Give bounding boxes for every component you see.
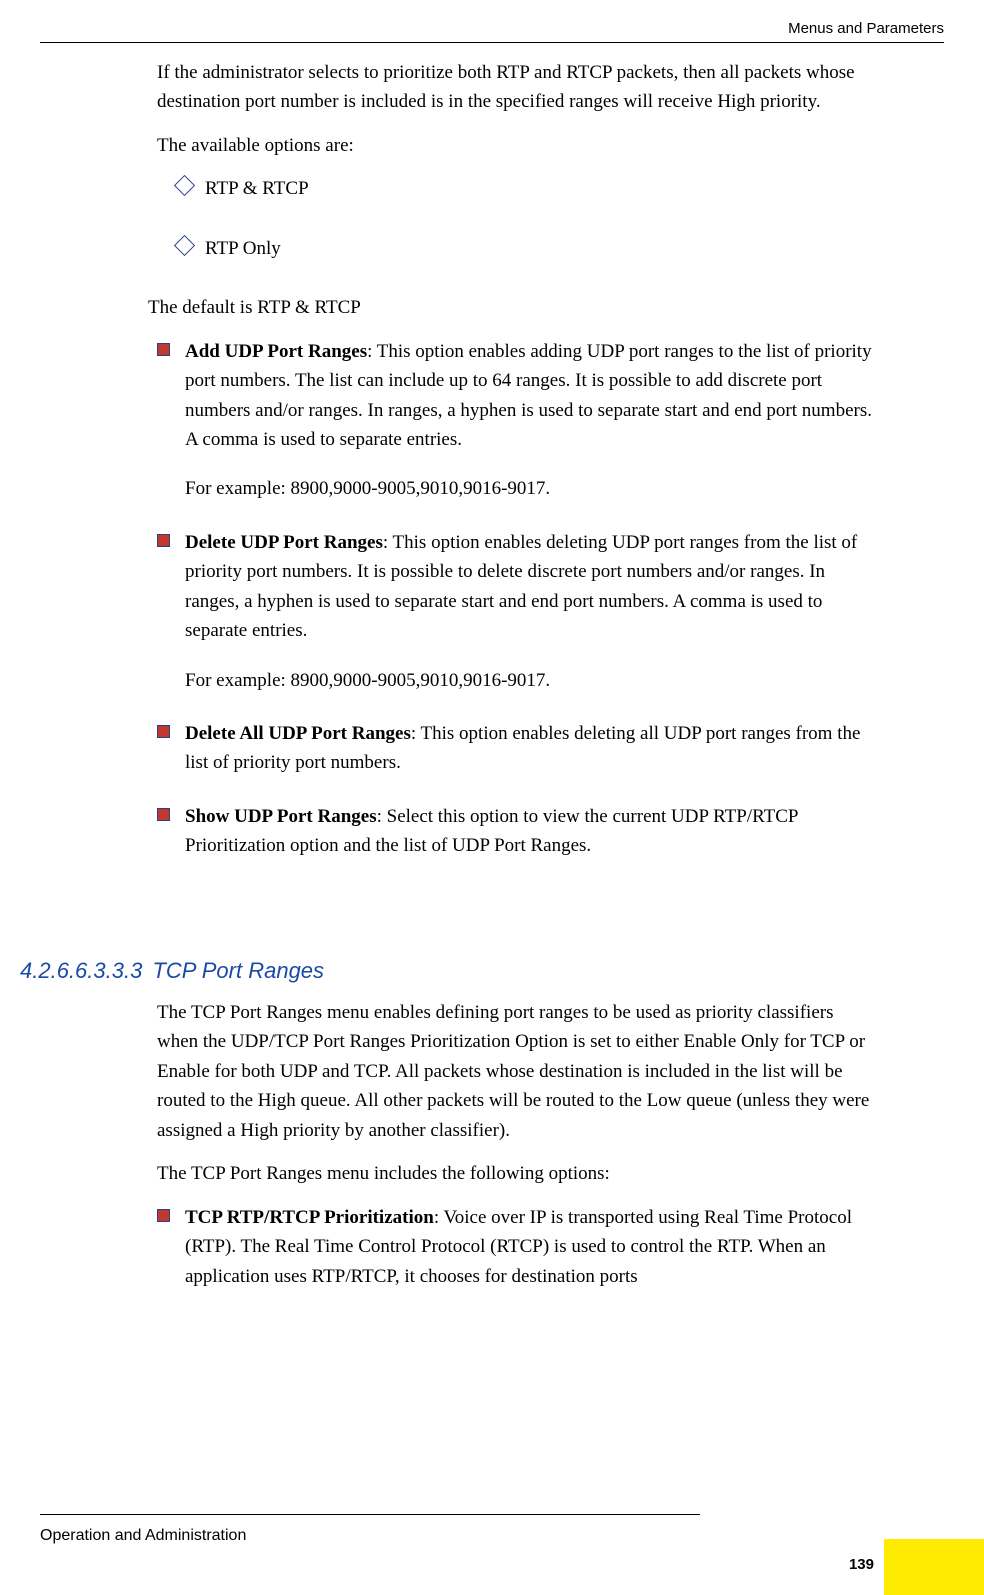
section-title: TCP Port Ranges [152, 958, 324, 984]
item-title: Delete All UDP Port Ranges [185, 723, 411, 744]
options-list: RTP & RTCP RTP Only [157, 174, 877, 263]
square-icon [157, 534, 170, 547]
list-item: TCP RTP/RTCP Prioritization: Voice over … [157, 1203, 877, 1291]
item-title: Show UDP Port Ranges [185, 806, 377, 827]
header-right-text: Menus and Parameters [0, 20, 944, 37]
page-number: 139 [849, 1556, 874, 1573]
diamond-icon [174, 175, 195, 196]
udp-items-list: Add UDP Port Ranges: This option enables… [157, 337, 877, 861]
list-item: RTP & RTCP [177, 174, 877, 203]
paragraph: The TCP Port Ranges menu enables definin… [157, 998, 877, 1145]
yellow-accent [884, 1539, 984, 1595]
square-icon [157, 725, 170, 738]
diamond-icon [174, 235, 195, 256]
header-rule [40, 42, 944, 43]
list-item: Delete UDP Port Ranges: This option enab… [157, 528, 877, 695]
paragraph: If the administrator selects to prioriti… [157, 58, 877, 117]
example-text: For example: 8900,9000-9005,9010,9016-90… [185, 474, 877, 503]
section-heading: 4.2.6.6.3.3.3 TCP Port Ranges [20, 958, 324, 984]
paragraph: The TCP Port Ranges menu includes the fo… [157, 1159, 877, 1188]
square-icon [157, 1209, 170, 1222]
tcp-content: The TCP Port Ranges menu enables definin… [157, 998, 877, 1315]
paragraph: The available options are: [157, 131, 877, 160]
option-text: RTP Only [205, 238, 281, 259]
footer-text: Operation and Administration [40, 1527, 246, 1545]
square-icon [157, 343, 170, 356]
item-title: Delete UDP Port Ranges [185, 532, 383, 553]
item-title: TCP RTP/RTCP Prioritization [185, 1207, 434, 1228]
item-title: Add UDP Port Ranges [185, 341, 367, 362]
list-item: RTP Only [177, 234, 877, 263]
tcp-items-list: TCP RTP/RTCP Prioritization: Voice over … [157, 1203, 877, 1291]
default-text: The default is RTP & RTCP [148, 293, 877, 322]
footer-rule [40, 1514, 700, 1515]
example-text: For example: 8900,9000-9005,9010,9016-90… [185, 666, 877, 695]
list-item: Show UDP Port Ranges: Select this option… [157, 802, 877, 861]
list-item: Delete All UDP Port Ranges: This option … [157, 719, 877, 778]
square-icon [157, 808, 170, 821]
main-content: If the administrator selects to prioriti… [157, 58, 877, 885]
option-text: RTP & RTCP [205, 178, 309, 199]
section-number: 4.2.6.6.3.3.3 [20, 958, 142, 984]
list-item: Add UDP Port Ranges: This option enables… [157, 337, 877, 504]
